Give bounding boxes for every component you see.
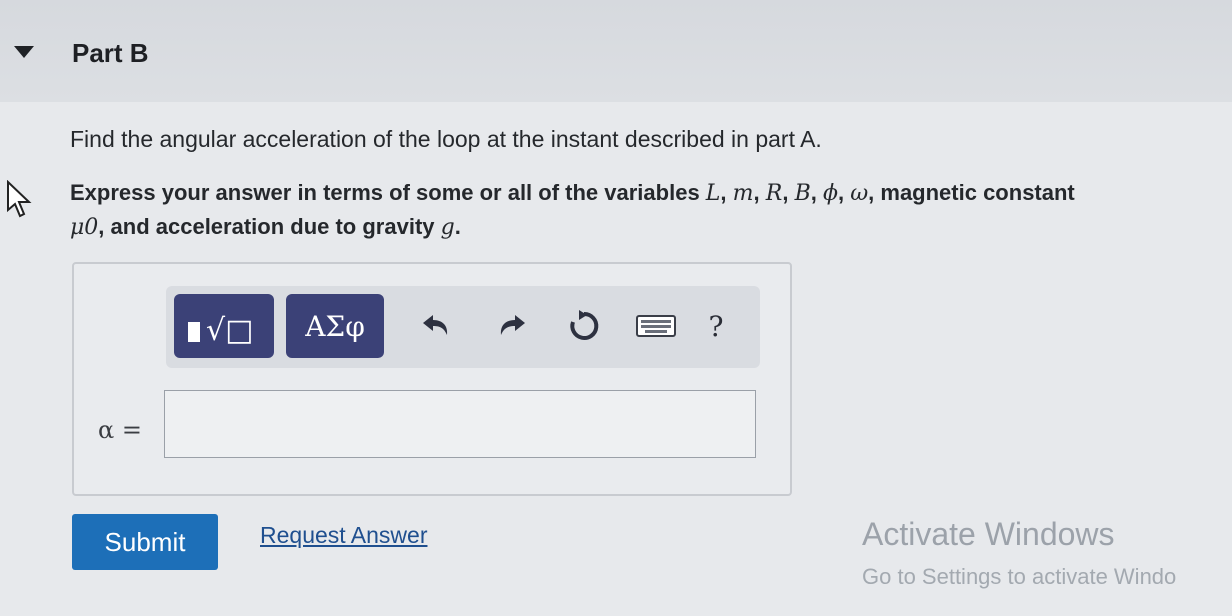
var-phi: ϕ: [822, 181, 838, 206]
question-text: Find the angular acceleration of the loo…: [70, 126, 822, 152]
collapse-arrow-icon[interactable]: [14, 46, 34, 58]
redo-icon: [500, 315, 525, 335]
submit-button[interactable]: Submit: [72, 514, 218, 570]
reset-icon: [570, 310, 599, 340]
mouse-cursor-icon: [7, 180, 32, 218]
var-l: L: [705, 181, 721, 206]
instructions-middle: , magnetic constant: [868, 180, 1075, 205]
help-label: ?: [708, 309, 724, 343]
keyboard-icon: [636, 315, 676, 337]
activate-windows-title: Activate Windows: [862, 516, 1115, 552]
undo-icon: [423, 315, 448, 335]
var-b: B: [794, 181, 811, 206]
instructions-end: .: [454, 214, 461, 239]
answer-input[interactable]: [164, 390, 756, 458]
part-title: Part B: [72, 38, 149, 68]
help-button[interactable]: ?: [696, 306, 736, 346]
instructions-suffix: , and acceleration due to gravity: [98, 214, 441, 239]
instructions-prefix: Express your answer in terms of some or …: [70, 180, 706, 205]
answer-instructions: Express your answer in terms of some or …: [70, 180, 1075, 240]
templates-button[interactable]: √□: [174, 294, 274, 358]
activate-windows-subtitle: Go to Settings to activate Windo: [862, 564, 1177, 589]
templates-icon: √□: [188, 313, 253, 348]
greek-label: ΑΣφ: [305, 309, 365, 343]
var-r: R: [765, 181, 783, 206]
greek-symbols-button[interactable]: ΑΣφ: [286, 294, 384, 358]
var-g: g: [440, 215, 455, 240]
part-header: [0, 0, 1232, 102]
math-toolbar: √□ ΑΣφ ?: [166, 286, 760, 368]
templates-label: √□: [206, 313, 253, 348]
answer-panel: √□ ΑΣφ ? α =: [72, 262, 792, 496]
request-answer-link[interactable]: Request Answer: [260, 522, 427, 549]
undo-button[interactable]: [416, 306, 456, 346]
keyboard-button[interactable]: [632, 306, 680, 346]
var-mu0: μ0: [70, 215, 99, 240]
var-omega: ω: [850, 181, 869, 206]
var-m: m: [732, 181, 754, 206]
answer-variable-label: α =: [98, 416, 142, 444]
redo-button[interactable]: [492, 306, 532, 346]
reset-button[interactable]: [564, 306, 604, 346]
